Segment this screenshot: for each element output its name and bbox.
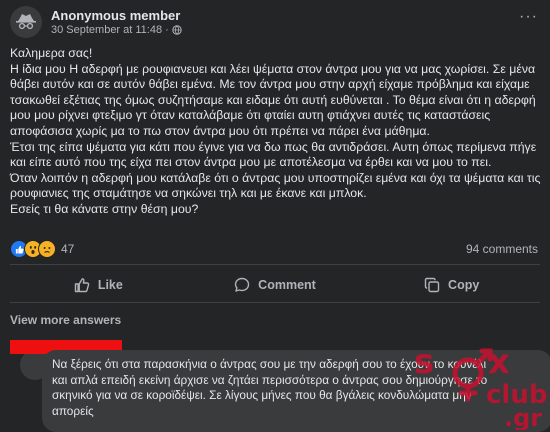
- divider: [10, 302, 540, 303]
- copy-label: Copy: [448, 278, 480, 292]
- post-actions: Like Comment Copy: [10, 272, 540, 298]
- post-date[interactable]: 30 September at 11:48: [51, 23, 162, 37]
- svg-text:s: s: [414, 342, 434, 382]
- comment-icon: [234, 277, 250, 292]
- post-header: Anonymous member 30 September at 11:48 ·: [10, 6, 182, 38]
- comments-count[interactable]: 94 comments: [466, 242, 538, 256]
- post-card: Anonymous member 30 September at 11:48 ·…: [0, 0, 550, 432]
- post-paragraph: Η ίδια μου Η αδερφή με ρουφιανευει και λ…: [10, 61, 536, 138]
- divider: [10, 264, 540, 265]
- author-name[interactable]: Anonymous member: [51, 8, 182, 23]
- comment-button[interactable]: Comment: [187, 272, 364, 298]
- meta-separator: ·: [165, 23, 169, 36]
- thumbs-up-icon: [74, 278, 90, 293]
- like-button[interactable]: Like: [10, 272, 187, 298]
- post-paragraph: Εσείς τι θα κάνατε στην θέση μου?: [10, 201, 199, 216]
- svg-text:.gr: .gr: [504, 404, 542, 430]
- anonymous-icon: [16, 14, 36, 30]
- view-more-answers-link[interactable]: View more answers: [10, 313, 121, 327]
- post-paragraph: Έτσι της είπα ψέματα για κάτι που έγινε …: [10, 139, 537, 170]
- sad-icon: [38, 240, 56, 258]
- more-options-icon[interactable]: ···: [519, 8, 538, 26]
- copy-icon: [424, 277, 440, 293]
- like-label: Like: [97, 278, 123, 292]
- reaction-icons[interactable]: [10, 240, 56, 258]
- comment-label: Comment: [258, 278, 316, 292]
- reaction-count[interactable]: 47: [61, 242, 74, 256]
- post-paragraph: Καλημερα σας!: [10, 46, 93, 60]
- copy-button[interactable]: Copy: [363, 272, 540, 298]
- svg-text:x: x: [488, 342, 510, 382]
- post-paragraph: Όταν λοιπόν η αδερφή μου κατάλαβε ότι ο …: [10, 170, 541, 201]
- globe-icon: [172, 24, 182, 35]
- reactions-summary: 47 94 comments: [10, 240, 540, 258]
- anonymous-avatar[interactable]: [10, 6, 42, 38]
- post-body: Καλημερα σας! Η ίδια μου Η αδερφή με ρου…: [10, 46, 544, 218]
- sexclub-watermark-logo: s x club .gr: [414, 342, 547, 430]
